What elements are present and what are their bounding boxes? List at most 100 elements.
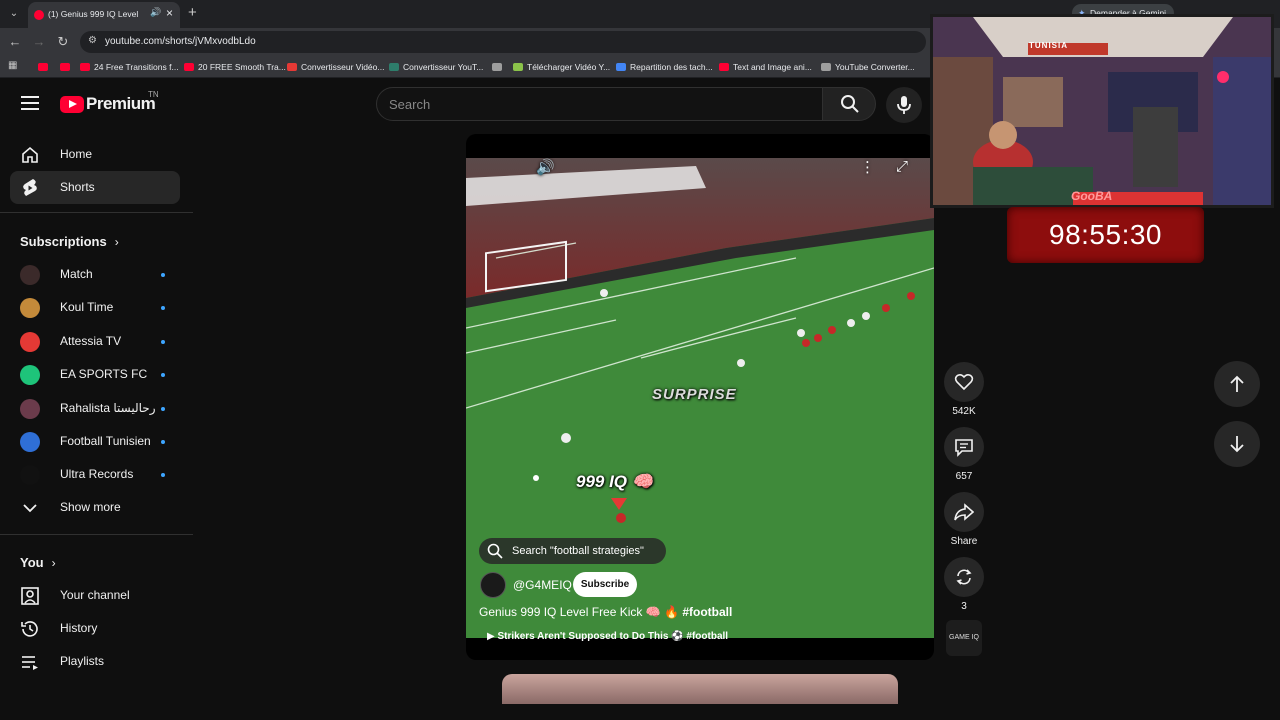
bookmark-item[interactable]: Télécharger Vidéo Y... <box>513 60 610 74</box>
bookmark-item[interactable]: YouTube Converter... <box>821 60 915 74</box>
channel-avatar <box>20 265 40 285</box>
brain-icon: 🧠 <box>631 472 653 491</box>
bookmark-favicon-icon <box>287 63 297 71</box>
volume-icon[interactable]: 🔊 <box>536 158 555 176</box>
voice-search-button[interactable] <box>886 87 922 123</box>
channel-thumbnail[interactable]: GAME IQ <box>946 620 982 656</box>
reload-icon[interactable]: ↻ <box>54 33 72 51</box>
you-title: You <box>20 555 44 570</box>
comment-count: 657 <box>955 471 973 482</box>
tab-search-icon[interactable]: ⌄ <box>6 6 22 22</box>
bookmark-item[interactable] <box>38 60 52 74</box>
bookmark-favicon-icon <box>513 63 523 71</box>
sidebar-item-label: Playlists <box>60 654 105 668</box>
menu-icon[interactable] <box>21 96 39 110</box>
more-options-icon[interactable]: ⋮ <box>860 158 875 176</box>
sidebar-item-label: Shorts <box>60 180 95 194</box>
remix-icon <box>956 569 972 585</box>
bookmark-item[interactable] <box>60 60 74 74</box>
fullscreen-icon[interactable]: ⤢ <box>896 158 908 175</box>
new-tab-icon[interactable]: + <box>188 4 197 21</box>
hashtag-link[interactable]: #football <box>682 605 732 619</box>
channel-handle[interactable]: @G4MEIQ <box>513 578 572 592</box>
like-count: 542K <box>952 406 976 417</box>
like-button[interactable] <box>944 362 984 402</box>
search-input[interactable]: Search <box>376 87 824 121</box>
tab-title: (1) Genius 999 IQ Level Free Kick <box>48 9 140 19</box>
subscription-label: Rahalista رحاليستا <box>60 401 156 415</box>
subscribe-button[interactable]: Subscribe <box>573 572 637 597</box>
bookmark-favicon-icon <box>389 63 399 71</box>
browser-tab[interactable]: (1) Genius 999 IQ Level Free Kick 🔊 × <box>28 2 180 28</box>
sidebar-item-your-channel[interactable]: Your channel <box>10 579 180 612</box>
sidebar-item-home[interactable]: Home <box>10 138 180 171</box>
search-icon <box>841 95 859 113</box>
url-text[interactable]: youtube.com/shorts/jVMxvodbLdo <box>105 36 256 47</box>
forward-icon[interactable]: → <box>30 33 48 51</box>
share-button[interactable] <box>944 492 984 532</box>
site-info-icon[interactable]: ⚙ <box>88 35 97 46</box>
bookmark-item[interactable]: Text and Image ani... <box>719 60 812 74</box>
address-bar[interactable]: ⚙ youtube.com/shorts/jVMxvodbLdo <box>80 31 926 53</box>
share-label: Share <box>950 536 978 547</box>
sidebar-item-playlists[interactable]: Playlists <box>10 645 180 678</box>
remix-button[interactable] <box>944 557 984 597</box>
apps-grid-icon[interactable]: ▦ <box>8 60 17 71</box>
search-suggestion-chip[interactable]: Search "football strategies" <box>479 538 666 564</box>
subscription-label: EA SPORTS FC <box>60 367 148 381</box>
sidebar-subscription-item[interactable]: Ultra Records <box>10 458 180 491</box>
sidebar-subscription-item[interactable]: Football Tunisien <box>10 425 180 458</box>
close-tab-icon[interactable]: × <box>166 6 173 20</box>
show-more-label: Show more <box>60 500 121 514</box>
subscriptions-title: Subscriptions <box>20 234 107 249</box>
bookmark-item[interactable] <box>492 60 506 74</box>
sidebar-subscription-item[interactable]: Attessia TV <box>10 325 180 358</box>
sidebar-item-history[interactable]: History <box>10 612 180 645</box>
new-content-dot <box>161 373 165 377</box>
chevron-right-icon: › <box>51 556 56 570</box>
sidebar-subscription-item[interactable]: EA SPORTS FC <box>10 358 180 391</box>
next-short-preview[interactable] <box>502 674 898 704</box>
next-short-button[interactable] <box>1214 421 1260 467</box>
new-content-dot <box>161 306 165 310</box>
bookmark-favicon-icon <box>38 63 48 71</box>
bookmark-item[interactable]: 24 Free Transitions f... <box>80 60 179 74</box>
sidebar-divider <box>0 212 193 213</box>
comment-icon <box>955 439 973 457</box>
sidebar-item-label: History <box>60 621 98 635</box>
sidebar-subscription-item[interactable]: Koul Time <box>10 291 180 324</box>
channel-avatar <box>20 399 40 419</box>
previous-short-button[interactable] <box>1214 361 1260 407</box>
bookmark-item[interactable]: Convertisseur YouT... <box>389 60 483 74</box>
bookmark-favicon-icon <box>616 63 626 71</box>
search-chip-label: Search "football strategies" <box>512 545 644 557</box>
related-video-label: Strikers Aren't Supposed to Do This ⚽ #f… <box>497 631 729 642</box>
video-frame[interactable]: 🔊 ⋮ ⤢ SURPRISE 999 IQ 🧠 <box>466 158 934 638</box>
video-title-emoji: 🧠 🔥 <box>645 605 679 619</box>
bookmark-label: 20 FREE Smooth Tra... <box>198 62 286 72</box>
show-more-button[interactable]: Show more <box>10 491 180 524</box>
new-content-dot <box>161 473 165 477</box>
channel-avatar <box>20 298 40 318</box>
sidebar-subscription-item[interactable]: Match <box>10 258 180 291</box>
comments-button[interactable] <box>944 427 984 467</box>
bookmark-favicon-icon <box>492 63 502 71</box>
bookmark-item[interactable]: Repartition des tach... <box>616 60 713 74</box>
subscriptions-heading[interactable]: Subscriptions › <box>20 234 119 249</box>
video-title: Genius 999 IQ Level Free Kick 🧠 🔥 #footb… <box>479 605 732 619</box>
remix-count: 3 <box>961 601 967 612</box>
speaker-icon[interactable]: 🔊 <box>150 7 161 18</box>
bookmark-item[interactable]: Convertisseur Vidéo... <box>287 60 384 74</box>
back-icon[interactable]: ← <box>6 33 24 51</box>
search-button[interactable] <box>822 87 876 121</box>
channel-avatar <box>20 332 40 352</box>
bookmark-item[interactable]: 20 FREE Smooth Tra... <box>184 60 286 74</box>
channel-avatar[interactable] <box>480 572 506 598</box>
chevron-right-icon: › <box>114 235 119 249</box>
sidebar-item-shorts[interactable]: Shorts <box>10 171 180 204</box>
related-video-link[interactable]: ▶ Strikers Aren't Supposed to Do This ⚽ … <box>487 631 728 642</box>
shorts-icon <box>23 179 37 196</box>
sidebar-subscription-item[interactable]: Rahalista رحاليستا <box>10 392 180 425</box>
sidebar-item-label: Home <box>60 147 93 161</box>
you-heading[interactable]: You › <box>20 555 56 570</box>
